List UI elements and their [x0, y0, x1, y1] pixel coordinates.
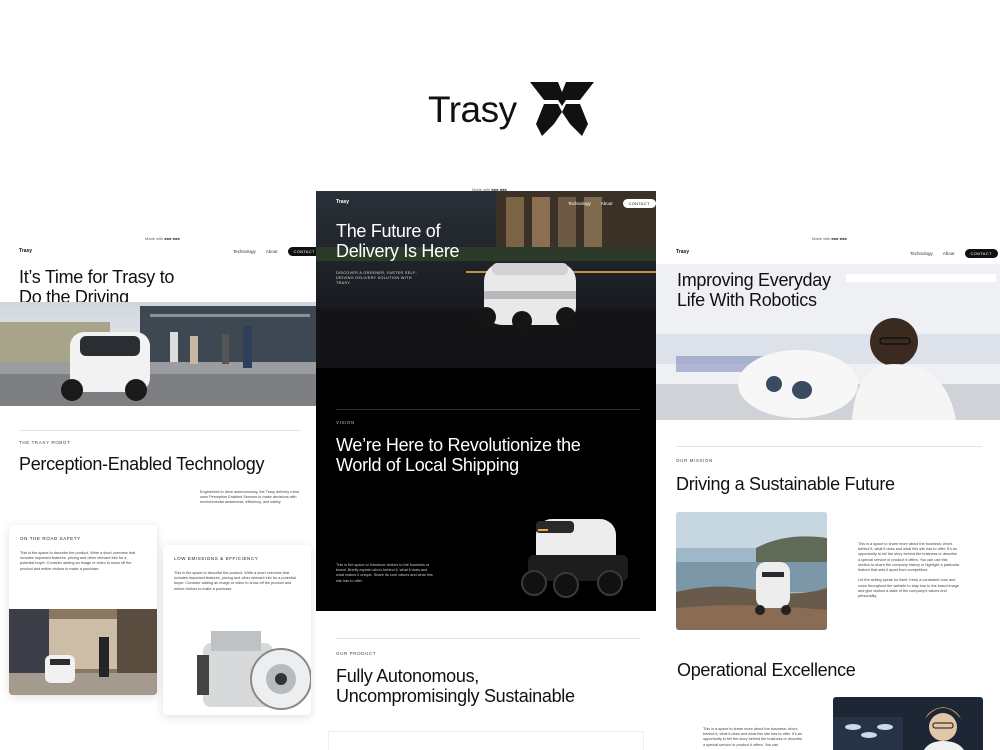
card-title: ON THE ROAD SAFETY: [20, 536, 81, 541]
hero-title: It’s Time for Trasy to Do the Driving: [19, 267, 175, 307]
nav-logo[interactable]: Trasy: [336, 199, 349, 205]
section-title: Perception-Enabled Technology: [19, 454, 265, 474]
center-page-mockup: Trasy Technology About CONTACT The Futur…: [316, 191, 656, 750]
section-eyebrow: THE TRASY ROBOT: [19, 440, 71, 445]
brand-name: Trasy: [428, 89, 517, 130]
nav-technology-link[interactable]: Technology: [233, 249, 256, 254]
nav-bar: Technology About CONTACT: [568, 199, 656, 208]
divider: [676, 446, 982, 447]
nav-logo[interactable]: Trasy: [19, 248, 32, 254]
brand-header: Trasy: [428, 80, 594, 140]
nav-technology-link[interactable]: Technology: [568, 201, 591, 206]
hero-photo-street-robot: [0, 302, 318, 406]
divider: [336, 409, 640, 410]
operations-photo-lab-woman: [833, 697, 983, 750]
mission-body: This is a space to share more about the …: [858, 542, 960, 599]
vision-eyebrow: VISION: [336, 420, 355, 425]
feature-card-safety: ON THE ROAD SAFETY This is the space to …: [9, 525, 157, 695]
hero-title: Improving Everyday Life With Robotics: [677, 270, 831, 310]
product-section: OUR PRODUCT Fully Autonomous, Uncompromi…: [316, 611, 656, 750]
divider: [19, 430, 301, 431]
card-body: This is the space to describe the produc…: [20, 551, 136, 571]
nav-about-link[interactable]: About: [943, 251, 955, 256]
nav-technology-link[interactable]: Technology: [910, 251, 933, 256]
product-photo-robot-dark: [506, 511, 636, 601]
nav-bar: Technology About CONTACT: [910, 249, 998, 258]
product-eyebrow: OUR PRODUCT: [336, 651, 377, 656]
product-title: Fully Autonomous, Uncompromisingly Susta…: [336, 666, 575, 706]
mission-photo-coast-robot: [676, 512, 827, 630]
operations-title: Operational Excellence: [677, 660, 856, 680]
contact-button[interactable]: CONTACT: [287, 247, 318, 256]
card-title: LOW EMISSIONS & EFFICIENCY: [174, 556, 259, 561]
feature-card-efficiency: LOW EMISSIONS & EFFICIENCY This is the s…: [163, 545, 311, 715]
hero-subtitle: DISCOVER A GREENER, FASTER SELF-DRIVING …: [336, 271, 418, 286]
operations-body: This is a space to share more about the …: [703, 727, 803, 747]
vision-body: This is the space to introduce visitors …: [336, 563, 433, 583]
trasy-star-logo-icon: [530, 82, 594, 136]
nav-bar: Technology About CONTACT: [233, 247, 318, 256]
left-page-mockup: Trasy Technology About CONTACT It’s Time…: [0, 240, 318, 750]
card-body: This is the space to describe the produc…: [174, 571, 296, 591]
nav-logo[interactable]: Trasy: [676, 249, 689, 255]
mission-title: Driving a Sustainable Future: [676, 474, 895, 494]
card-photo-city-street: [9, 609, 157, 695]
section-body: Engineered to drive autonomously, the Tr…: [200, 490, 299, 505]
card-photo-motor: [193, 625, 311, 715]
contact-button[interactable]: CONTACT: [622, 199, 656, 208]
nav-about-link[interactable]: About: [266, 249, 278, 254]
right-page-mockup: Trasy Technology About CONTACT Improving…: [656, 240, 1000, 750]
divider: [336, 638, 640, 639]
nav-about-link[interactable]: About: [601, 201, 613, 206]
product-card-preview: [328, 731, 644, 750]
vision-title: We’re Here to Revolutionize the World of…: [336, 435, 581, 475]
contact-button[interactable]: CONTACT: [964, 249, 998, 258]
mission-eyebrow: OUR MISSION: [676, 458, 713, 463]
hero-title: The Future of Delivery Is Here: [336, 221, 460, 261]
